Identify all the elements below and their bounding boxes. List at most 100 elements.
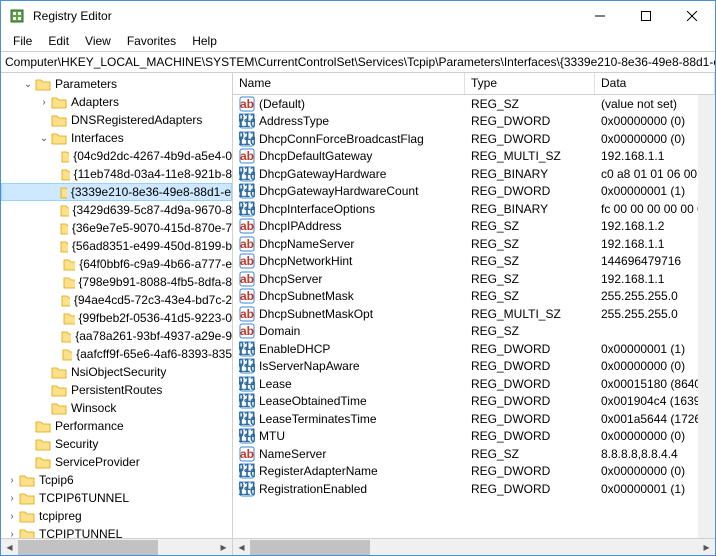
collapse-icon[interactable]: ⌄: [37, 133, 51, 144]
value-row[interactable]: (Default)REG_SZ(value not set): [233, 95, 715, 113]
collapse-icon[interactable]: ⌄: [21, 79, 35, 90]
value-row[interactable]: AddressTypeREG_DWORD0x00000000 (0): [233, 113, 715, 131]
value-name: (Default): [259, 97, 305, 111]
scroll-track[interactable]: [18, 539, 215, 556]
value-row[interactable]: NameServerREG_SZ8.8.8.8,8.8.4.4: [233, 445, 715, 463]
expand-icon[interactable]: ›: [5, 511, 19, 522]
tree-item[interactable]: ›Performance: [1, 417, 232, 435]
tree-item[interactable]: ⌄Interfaces: [1, 129, 232, 147]
value-type: REG_SZ: [465, 254, 595, 268]
tree-item[interactable]: ›{798e9b91-8088-4fb5-8dfa-8: [1, 273, 232, 291]
value-row[interactable]: DomainREG_SZ: [233, 323, 715, 341]
value-data: 0x001a5644 (1726020: [595, 412, 715, 426]
value-type: REG_DWORD: [465, 132, 595, 146]
column-data[interactable]: Data: [595, 73, 715, 94]
column-name[interactable]: Name: [233, 73, 465, 94]
folder-icon: [63, 257, 75, 271]
list-hscrollbar[interactable]: ◂ ▸: [233, 538, 715, 555]
string-value-icon: [239, 236, 255, 252]
tree-item[interactable]: ›{04c9d2dc-4267-4b9d-a5e4-0: [1, 147, 232, 165]
address-bar[interactable]: Computer\HKEY_LOCAL_MACHINE\SYSTEM\Curre…: [1, 51, 715, 73]
tree-item[interactable]: ›{3429d639-5c87-4d9a-9670-8: [1, 201, 232, 219]
value-row[interactable]: DhcpGatewayHardwareREG_BINARYc0 a8 01 01…: [233, 165, 715, 183]
value-row[interactable]: DhcpNetworkHintREG_SZ144696479716: [233, 253, 715, 271]
value-row[interactable]: DhcpGatewayHardwareCountREG_DWORD0x00000…: [233, 183, 715, 201]
registry-value-list[interactable]: (Default)REG_SZ(value not set)AddressTyp…: [233, 95, 715, 538]
tree-item[interactable]: ›TCPIP6TUNNEL: [1, 489, 232, 507]
tree-item-label: Adapters: [71, 95, 119, 109]
tree-item[interactable]: ›{11eb748d-03a4-11e8-921b-8: [1, 165, 232, 183]
value-row[interactable]: DhcpDefaultGatewayREG_MULTI_SZ192.168.1.…: [233, 148, 715, 166]
list-vscrollbar[interactable]: [698, 95, 715, 538]
tree-item[interactable]: ›{56ad8351-e499-450d-8199-b: [1, 237, 232, 255]
tree-item-label: DNSRegisteredAdapters: [71, 113, 202, 127]
registry-tree[interactable]: ⌄Parameters›Adapters›DNSRegisteredAdapte…: [1, 73, 232, 555]
value-row[interactable]: EnableDHCPREG_DWORD0x00000001 (1): [233, 340, 715, 358]
tree-item[interactable]: ›DNSRegisteredAdapters: [1, 111, 232, 129]
scroll-left-arrow[interactable]: ◂: [1, 539, 18, 556]
value-row[interactable]: DhcpServerREG_SZ192.168.1.1: [233, 270, 715, 288]
menu-edit[interactable]: Edit: [40, 32, 77, 50]
minimize-button[interactable]: [577, 1, 623, 31]
tree-item-label: {56ad8351-e499-450d-8199-b: [72, 239, 232, 253]
value-row[interactable]: DhcpSubnetMaskREG_SZ255.255.255.0: [233, 288, 715, 306]
expand-icon[interactable]: ›: [5, 475, 19, 486]
tree-item[interactable]: ›Winsock: [1, 399, 232, 417]
tree-item[interactable]: ›{99fbeb2f-0536-41d5-9223-0: [1, 309, 232, 327]
tree-item[interactable]: ›{aa78a261-93bf-4937-a29e-9: [1, 327, 232, 345]
tree-item[interactable]: › Adapters: [1, 93, 232, 111]
tree-item[interactable]: ›PersistentRoutes: [1, 381, 232, 399]
scroll-track[interactable]: [250, 539, 698, 556]
scroll-thumb[interactable]: [18, 540, 158, 555]
scroll-right-arrow[interactable]: ▸: [215, 539, 232, 556]
tree-item[interactable]: ›NsiObjectSecurity: [1, 363, 232, 381]
tree-item-label: PersistentRoutes: [71, 383, 162, 397]
value-row[interactable]: RegistrationEnabledREG_DWORD0x00000001 (…: [233, 480, 715, 498]
value-row[interactable]: DhcpConnForceBroadcastFlagREG_DWORD0x000…: [233, 130, 715, 148]
tree-item[interactable]: ›ServiceProvider: [1, 453, 232, 471]
value-row[interactable]: IsServerNapAwareREG_DWORD0x00000000 (0): [233, 358, 715, 376]
value-row[interactable]: DhcpInterfaceOptionsREG_BINARYfc 00 00 0…: [233, 200, 715, 218]
value-row[interactable]: DhcpNameServerREG_SZ192.168.1.1: [233, 235, 715, 253]
value-row[interactable]: RegisterAdapterNameREG_DWORD0x00000000 (…: [233, 463, 715, 481]
binary-value-icon: [239, 113, 255, 129]
menu-view[interactable]: View: [77, 32, 119, 50]
expand-icon[interactable]: ›: [37, 97, 51, 108]
list-header: Name Type Data: [233, 73, 715, 95]
tree-item[interactable]: ›Tcpip6: [1, 471, 232, 489]
tree-item[interactable]: ›{36e9e7e5-9070-415d-870e-7: [1, 219, 232, 237]
value-type: REG_SZ: [465, 289, 595, 303]
value-row[interactable]: DhcpSubnetMaskOptREG_MULTI_SZ255.255.255…: [233, 305, 715, 323]
value-row[interactable]: MTUREG_DWORD0x00000000 (0): [233, 428, 715, 446]
value-row[interactable]: LeaseTerminatesTimeREG_DWORD0x001a5644 (…: [233, 410, 715, 428]
column-type[interactable]: Type: [465, 73, 595, 94]
value-row[interactable]: LeaseREG_DWORD0x00015180 (86400): [233, 375, 715, 393]
tree-item[interactable]: ›{aafcff9f-65e6-4af6-8393-835: [1, 345, 232, 363]
tree-item[interactable]: ›{94ae4cd5-72c3-43e4-bd7c-2: [1, 291, 232, 309]
maximize-button[interactable]: [623, 1, 669, 31]
value-type: REG_MULTI_SZ: [465, 149, 595, 163]
menu-help[interactable]: Help: [184, 32, 225, 50]
value-type: REG_DWORD: [465, 429, 595, 443]
tree-item[interactable]: ›Security: [1, 435, 232, 453]
tree-item[interactable]: ›{3339e210-8e36-49e8-88d1-e: [1, 183, 232, 201]
scroll-left-arrow[interactable]: ◂: [233, 539, 250, 556]
tree-item[interactable]: ›{64f0bbf6-c9a9-4b66-a777-e: [1, 255, 232, 273]
binary-value-icon: [239, 183, 255, 199]
scroll-thumb[interactable]: [250, 540, 370, 555]
tree-hscrollbar[interactable]: ◂ ▸: [1, 538, 232, 555]
value-data: 255.255.255.0: [595, 307, 715, 321]
close-button[interactable]: [669, 1, 715, 31]
folder-icon: [19, 491, 35, 505]
menu-file[interactable]: File: [5, 32, 40, 50]
menu-favorites[interactable]: Favorites: [119, 32, 184, 50]
scroll-right-arrow[interactable]: ▸: [698, 539, 715, 556]
value-row[interactable]: LeaseObtainedTimeREG_DWORD0x001904c4 (16…: [233, 393, 715, 411]
tree-item[interactable]: ⌄Parameters: [1, 75, 232, 93]
tree-item[interactable]: ›tcpipreg: [1, 507, 232, 525]
titlebar: Registry Editor: [1, 1, 715, 31]
value-data: 255.255.255.0: [595, 289, 715, 303]
expand-icon[interactable]: ›: [5, 493, 19, 504]
value-data: fc 00 00 00 00 00 00 0: [595, 202, 715, 216]
value-row[interactable]: DhcpIPAddressREG_SZ192.168.1.2: [233, 218, 715, 236]
